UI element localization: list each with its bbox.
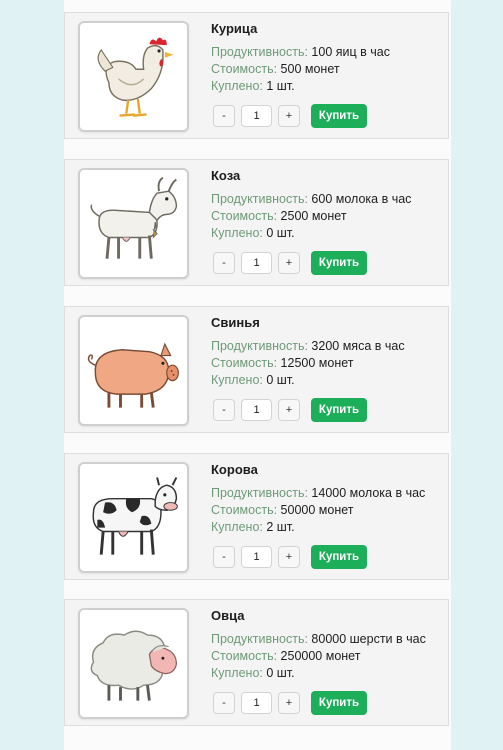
animal-name: Овца (211, 608, 245, 623)
sheep-icon (78, 608, 189, 719)
bought-row: Куплено: 0 шт. (211, 373, 295, 387)
decrease-button[interactable]: - (213, 105, 235, 127)
buy-button[interactable]: Купить (311, 251, 367, 275)
animal-name: Коза (211, 168, 241, 183)
productivity-row: Продуктивность: 14000 молока в час (211, 486, 426, 500)
increase-button[interactable]: + (278, 692, 300, 714)
buy-button[interactable]: Купить (311, 691, 367, 715)
buy-button[interactable]: Купить (311, 104, 367, 128)
decrease-button[interactable]: - (213, 399, 235, 421)
productivity-row: Продуктивность: 80000 шерсти в час (211, 632, 426, 646)
quantity-field[interactable]: 1 (241, 399, 272, 421)
chicken-icon (78, 21, 189, 132)
bought-row: Куплено: 1 шт. (211, 79, 295, 93)
buy-button[interactable]: Купить (311, 545, 367, 569)
decrease-button[interactable]: - (213, 252, 235, 274)
decrease-button[interactable]: - (213, 546, 235, 568)
quantity-field[interactable]: 1 (241, 252, 272, 274)
cost-row: Стоимость: 500 монет (211, 62, 340, 76)
productivity-row: Продуктивность: 600 молока в час (211, 192, 412, 206)
goat-icon (78, 168, 189, 279)
increase-button[interactable]: + (278, 105, 300, 127)
pig-icon (78, 315, 189, 426)
quantity-field[interactable]: 1 (241, 546, 272, 568)
animal-card-cow: Корова Продуктивность: 14000 молока в ча… (64, 453, 449, 580)
cost-row: Стоимость: 250000 монет (211, 649, 361, 663)
cost-row: Стоимость: 12500 монет (211, 356, 354, 370)
animal-name: Корова (211, 462, 258, 477)
animal-card-chicken: Курица Продуктивность: 100 яиц в час Сто… (64, 12, 449, 139)
animal-card-pig: Свинья Продуктивность: 3200 мяса в час С… (64, 306, 449, 433)
cost-row: Стоимость: 2500 монет (211, 209, 347, 223)
bought-row: Куплено: 2 шт. (211, 520, 295, 534)
bought-row: Куплено: 0 шт. (211, 226, 295, 240)
cow-icon (78, 462, 189, 573)
buy-button[interactable]: Купить (311, 398, 367, 422)
animal-name: Курица (211, 21, 258, 36)
productivity-row: Продуктивность: 3200 мяса в час (211, 339, 405, 353)
quantity-field[interactable]: 1 (241, 692, 272, 714)
animal-name: Свинья (211, 315, 260, 330)
decrease-button[interactable]: - (213, 692, 235, 714)
animal-card-sheep: Овца Продуктивность: 80000 шерсти в час … (64, 599, 449, 726)
bought-row: Куплено: 0 шт. (211, 666, 295, 680)
productivity-row: Продуктивность: 100 яиц в час (211, 45, 390, 59)
cost-row: Стоимость: 50000 монет (211, 503, 354, 517)
increase-button[interactable]: + (278, 546, 300, 568)
increase-button[interactable]: + (278, 399, 300, 421)
increase-button[interactable]: + (278, 252, 300, 274)
animal-card-goat: Коза Продуктивность: 600 молока в час Ст… (64, 159, 449, 286)
quantity-field[interactable]: 1 (241, 105, 272, 127)
